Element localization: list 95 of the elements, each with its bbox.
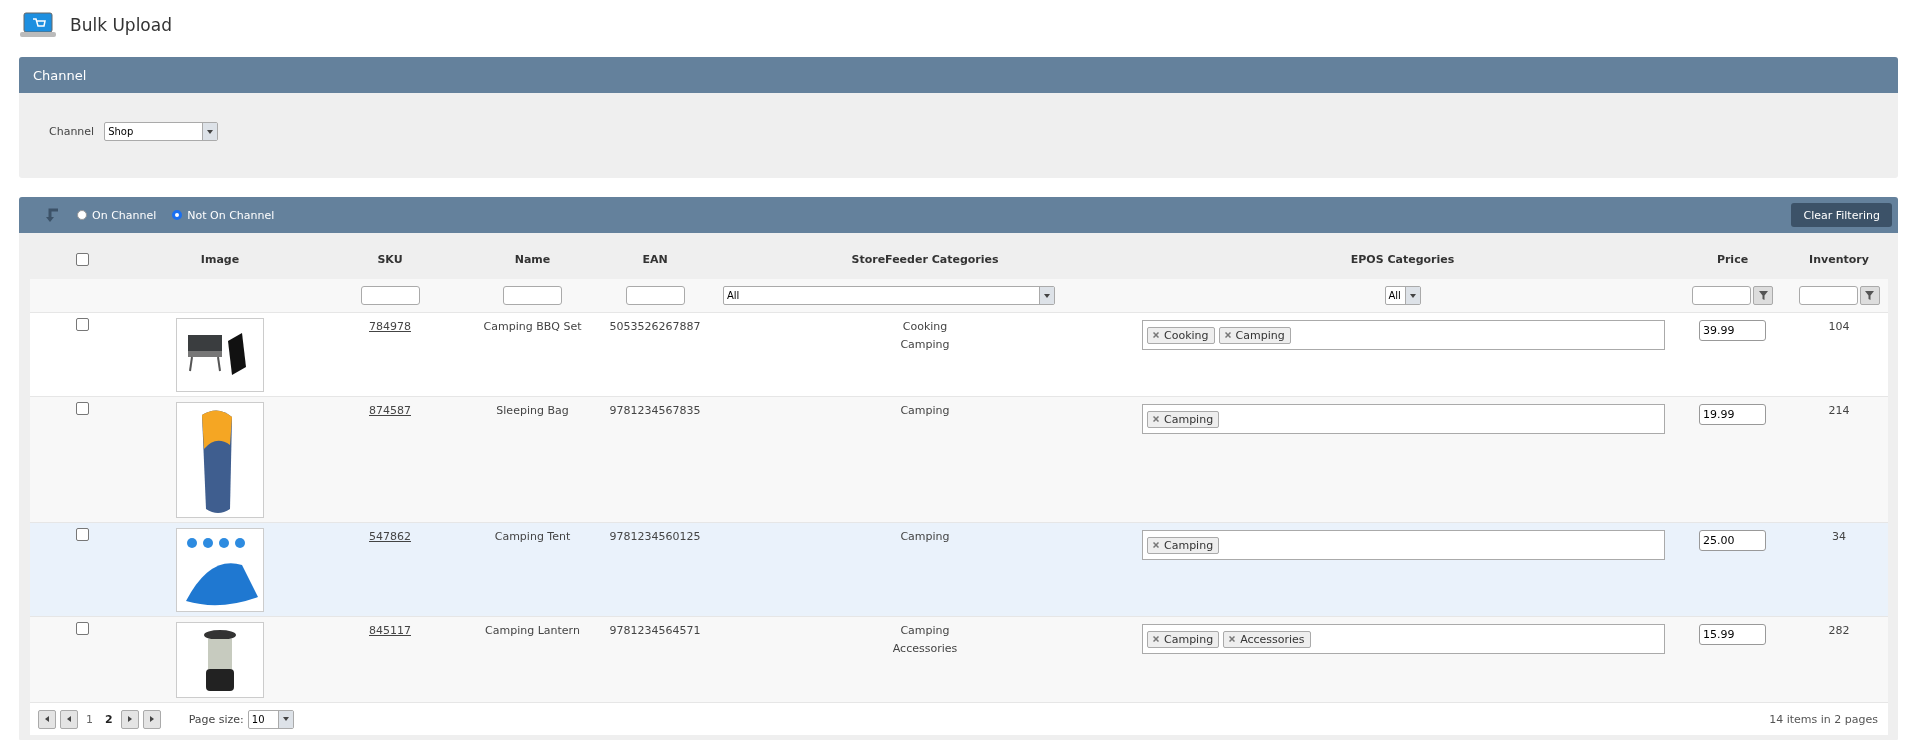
column-header[interactable]: Name — [475, 252, 590, 266]
triangle-icon — [43, 715, 51, 723]
table-cell-text: 5053526267887 — [608, 319, 702, 335]
table-row[interactable]: 845117 Camping Lantern 9781234564571 Camping Accessories Camping Accessories 15.99 282 — [30, 616, 1888, 702]
table-cell-text: 282 — [1827, 623, 1851, 639]
filter-icon — [1758, 291, 1768, 300]
table-cell-text: 214 — [1827, 403, 1851, 419]
previous-page-button[interactable] — [60, 709, 78, 729]
category-tag[interactable]: Camping — [1218, 326, 1291, 344]
caret-icon — [281, 715, 290, 723]
row-checkbox[interactable] — [76, 318, 89, 331]
first-page-button[interactable] — [38, 709, 56, 729]
tag-field[interactable]: Camping Accessories — [1142, 624, 1665, 654]
next-page-button[interactable] — [120, 709, 139, 729]
last-page-button[interactable] — [142, 709, 161, 729]
price-field[interactable]: 25.00 — [1699, 530, 1766, 551]
remove-icon[interactable] — [1153, 416, 1159, 422]
select-all-checkbox[interactable] — [76, 252, 89, 266]
column-header[interactable]: Image — [135, 252, 305, 266]
price-field[interactable]: 15.99 — [1699, 624, 1766, 645]
radio-option[interactable]: Not On Channel — [172, 208, 275, 222]
category-text: Camping — [899, 403, 951, 419]
category-tag[interactable]: Camping — [1147, 630, 1220, 648]
sku-link[interactable]: 874587 — [369, 404, 411, 417]
row-checkbox[interactable] — [76, 622, 89, 635]
filter-field[interactable] — [1692, 286, 1751, 305]
caret-icon — [1408, 291, 1417, 300]
page-size-dropdown[interactable]: 10 — [247, 709, 294, 729]
row-checkbox[interactable] — [76, 528, 89, 541]
sku-link[interactable]: 845117 — [369, 624, 411, 637]
tag-field[interactable]: Camping — [1142, 530, 1665, 560]
caret-icon — [206, 127, 215, 136]
table-cell-text: Camping BBQ Set — [482, 319, 583, 335]
table-row[interactable]: 547862 Camping Tent 9781234560125 Camping Camping 25.00 34 — [30, 522, 1888, 616]
panel-header: Channel — [19, 57, 1898, 93]
laptop-cart-icon — [20, 12, 56, 38]
category-filter-dropdown[interactable]: All — [1384, 286, 1421, 305]
table-cell-text: 9781234567835 — [608, 403, 702, 419]
page-title: Bulk Upload — [70, 15, 172, 35]
triangle-icon — [147, 715, 156, 723]
table-row[interactable]: 874587 Sleeping Bag 9781234567835 Camping Camping 19.99 214 — [30, 396, 1888, 522]
field-label: Channel — [49, 125, 95, 138]
tag-field[interactable]: Cooking Camping — [1142, 320, 1665, 350]
sku-link[interactable]: 547862 — [369, 530, 411, 543]
table-cell-text: 34 — [1831, 529, 1847, 545]
price-field[interactable]: 19.99 — [1699, 404, 1766, 425]
table-cell-text: 9781234564571 — [608, 623, 702, 639]
page-number[interactable]: 2 — [101, 712, 117, 726]
column-header[interactable]: EAN — [590, 252, 720, 266]
price-field[interactable]: 39.99 — [1699, 320, 1766, 341]
triangle-icon — [65, 715, 73, 723]
table-cell-text: Camping Lantern — [484, 623, 581, 639]
filter-field[interactable] — [625, 286, 685, 305]
column-header[interactable]: StoreFeeder Categories — [720, 252, 1130, 266]
triangle-icon — [125, 715, 134, 723]
filter-button[interactable] — [1753, 286, 1773, 305]
category-text: Camping — [899, 337, 951, 353]
clear-filtering-button[interactable]: Clear Filtering — [1791, 203, 1892, 227]
table-cell-text: Sleeping Bag — [495, 403, 570, 419]
category-filter-dropdown[interactable]: All — [723, 286, 1055, 305]
channel-dropdown[interactable]: Shop — [104, 122, 219, 141]
category-text: Cooking — [901, 319, 949, 335]
filter-button[interactable] — [1859, 286, 1880, 305]
column-header[interactable]: Inventory — [1790, 252, 1888, 266]
remove-icon[interactable] — [1153, 332, 1159, 338]
filter-field[interactable] — [1798, 286, 1858, 305]
caret-icon — [1043, 291, 1051, 300]
column-header[interactable]: EPOS Categories — [1130, 252, 1675, 266]
category-tag[interactable]: Camping — [1147, 536, 1220, 554]
category-tag[interactable]: Cooking — [1147, 326, 1215, 344]
category-tag[interactable]: Camping — [1147, 410, 1220, 428]
arrow-icon — [45, 207, 59, 223]
category-text: Camping — [899, 623, 951, 639]
filter-icon — [1865, 291, 1874, 300]
sku-link[interactable]: 784978 — [369, 320, 411, 333]
filter-field[interactable] — [360, 286, 420, 305]
column-header[interactable]: Price — [1675, 252, 1790, 266]
radio-option[interactable]: On Channel — [77, 208, 157, 222]
remove-icon[interactable] — [1229, 636, 1236, 642]
category-text: Accessories — [891, 641, 959, 657]
page-number[interactable]: 1 — [82, 712, 97, 726]
page-size-label: Page size: — [188, 712, 244, 726]
tag-field[interactable]: Camping — [1142, 404, 1665, 434]
remove-icon[interactable] — [1153, 542, 1159, 548]
table-cell-text: 9781234560125 — [608, 529, 702, 545]
remove-icon[interactable] — [1153, 636, 1159, 642]
table-cell-text: Camping Tent — [493, 529, 572, 545]
category-tag[interactable]: Accessories — [1223, 630, 1311, 648]
remove-icon[interactable] — [1224, 332, 1231, 338]
column-header[interactable]: SKU — [305, 252, 475, 266]
category-text: Camping — [899, 529, 951, 545]
table-cell-text: 104 — [1827, 319, 1851, 335]
row-checkbox[interactable] — [76, 402, 89, 415]
pager-summary: 14 items in 2 pages — [1769, 712, 1878, 726]
filter-field[interactable] — [503, 286, 562, 305]
